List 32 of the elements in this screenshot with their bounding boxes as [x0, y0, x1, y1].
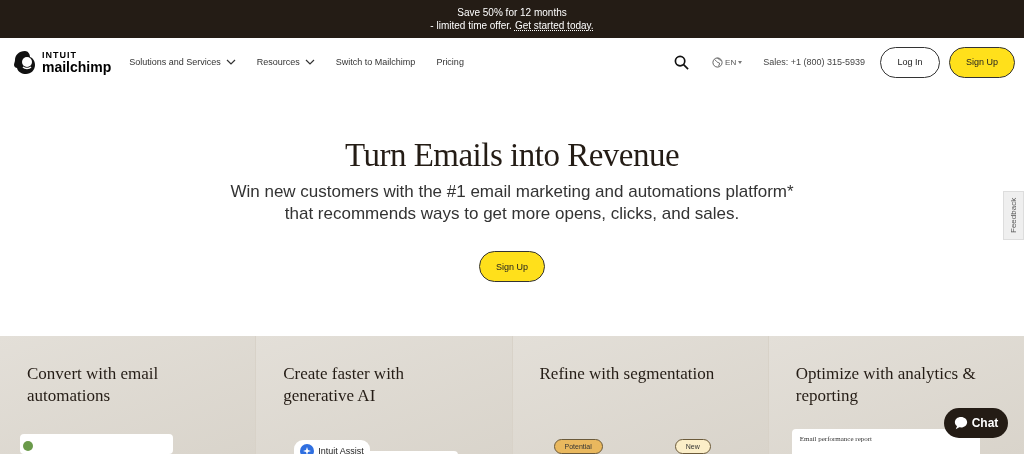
chevron-icon[interactable]: [304, 59, 315, 65]
chat-bubble-icon[interactable]: [953, 416, 968, 430]
sales-phone-link[interactable]: Sales: +1 (800) 315-5939: [763, 57, 865, 67]
promo-link[interactable]: Get started today.: [514, 19, 594, 32]
feature-heading: Create faster with generative AI: [283, 363, 406, 407]
signup-button[interactable]: Sign Up: [479, 251, 545, 282]
nav-link[interactable]: Pricing: [436, 57, 464, 67]
chevron-icon[interactable]: [225, 59, 236, 65]
nav-link[interactable]: Switch to Mailchimp: [335, 57, 416, 67]
login-button[interactable]: Log In: [880, 46, 940, 78]
logo-text[interactable]: INTUIT: [42, 50, 112, 60]
hero-subtitle: Win new customers with the #1 email marketing and automations platform*: [230, 181, 794, 203]
signup-button[interactable]: Sign Up: [949, 46, 1015, 78]
logo-icon[interactable]: [12, 49, 38, 75]
language-selector[interactable]: EN: [712, 56, 743, 68]
nav-link[interactable]: Resources: [256, 57, 315, 67]
search-icon[interactable]: [674, 54, 690, 70]
feature-heading: Convert with email automations: [27, 363, 160, 407]
logo-text[interactable]: mailchimp: [42, 60, 112, 74]
promo-text: - limited time offer.: [430, 19, 512, 32]
promo-text: Save 50% for 12 months: [457, 6, 567, 19]
feedback-tab[interactable]: Feedback: [1003, 191, 1024, 240]
feature-heading: Refine with segmentation: [539, 363, 716, 385]
hero-subtitle: that recommends ways to get more opens, clicks, and sales.: [284, 203, 740, 225]
caret-icon[interactable]: [738, 60, 743, 64]
hero-heading: Turn Emails into Revenue: [344, 137, 680, 174]
chat-button[interactable]: Chat: [944, 408, 1008, 438]
assistant-chip: Intuit Assist: [294, 440, 370, 454]
feature-heading: Optimize with analytics & reporting: [795, 363, 977, 407]
globe-icon[interactable]: [712, 56, 724, 68]
nav-link[interactable]: Solutions and Services: [129, 57, 236, 67]
sparkle-icon: [300, 444, 315, 454]
